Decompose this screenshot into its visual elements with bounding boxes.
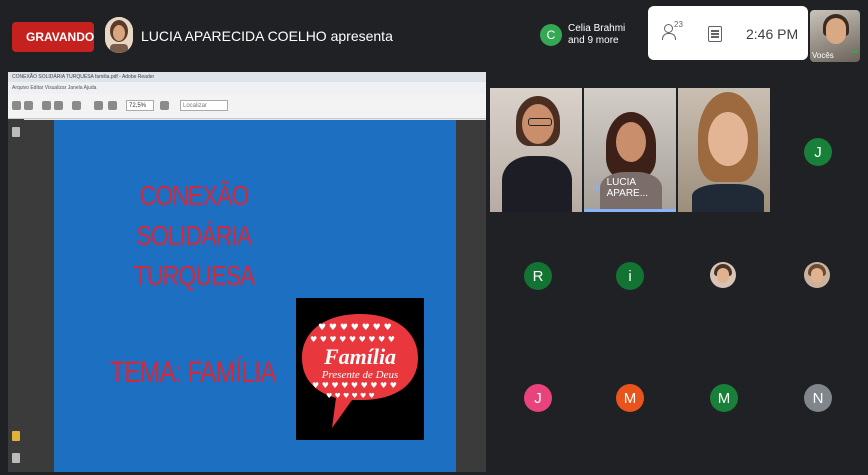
self-video-face: [826, 18, 846, 44]
slide-title-line1: CONEXÃO SOLIDÁRIA: [136, 180, 252, 251]
presenter-avatar: [105, 17, 133, 53]
pdf-window-title: CONEXÃO SOLIDÁRIA TURQUESA familia.pdf -…: [8, 72, 486, 82]
participant-photo-avatar[interactable]: [710, 262, 736, 288]
zoom-out-icon: [94, 101, 103, 110]
participant-face: [708, 112, 748, 166]
chat-chip-line1: Celia Brahmi: [568, 23, 626, 34]
participant-video-tile[interactable]: [490, 88, 582, 212]
slide-title-line2: TURQUESA: [133, 260, 255, 291]
presenter-name-tag: ıļı LUCIA APARE...: [592, 177, 676, 199]
people-count: 23: [674, 20, 683, 29]
participant-avatar[interactable]: i: [616, 262, 644, 290]
chat-notification-chip[interactable]: C Celia Brahmi and 9 more: [540, 12, 636, 58]
print-icon: [12, 101, 21, 110]
next-page-icon: [54, 101, 63, 110]
chat-chip-text: Celia Brahmi and 9 more: [568, 23, 625, 47]
prev-page-icon: [42, 101, 51, 110]
presenter-label: LUCIA APARECIDA COELHO apresenta: [141, 28, 393, 44]
pen-icon: [12, 453, 20, 463]
svg-text:♥ ♥ ♥ ♥ ♥ ♥: ♥ ♥ ♥ ♥ ♥ ♥: [326, 392, 375, 400]
meeting-time: 2:46 PM: [746, 26, 799, 42]
svg-text:♥ ♥ ♥ ♥ ♥ ♥ ♥ ♥ ♥: ♥ ♥ ♥ ♥ ♥ ♥ ♥ ♥ ♥: [312, 381, 397, 390]
self-view-tile[interactable]: Vocês •••: [810, 10, 860, 62]
logo-text-line2: Presente de Deus: [321, 369, 399, 381]
slide-theme: TEMA: FAMÍLIA: [110, 356, 276, 389]
familia-logo: ♥ ♥ ♥ ♥ ♥ ♥ ♥ ♥ ♥ ♥ ♥ ♥ ♥ ♥ ♥ ♥ ♥ ♥ ♥ ♥ …: [296, 298, 424, 440]
attachment-icon: [12, 127, 20, 137]
participant-avatar[interactable]: M: [616, 384, 644, 412]
recording-badge[interactable]: GRAVANDO: [12, 22, 94, 52]
more-options-icon[interactable]: •••: [851, 47, 859, 57]
zoom-level-field: 72,5%: [126, 100, 154, 111]
presenter-tile-name: LUCIA APARE...: [606, 177, 649, 199]
email-icon: [24, 101, 33, 110]
self-label: Vocês: [812, 51, 834, 60]
slide-title: CONEXÃO SOLIDÁRIA TURQUESA: [87, 176, 300, 296]
participant-avatar[interactable]: N: [804, 384, 832, 412]
pdf-sidebar: [8, 119, 24, 472]
comment-icon: [12, 431, 20, 441]
chat-icon[interactable]: [708, 26, 722, 42]
participant-face: [616, 122, 646, 162]
recording-label: GRAVANDO: [26, 30, 95, 44]
participant-avatar[interactable]: M: [710, 384, 738, 412]
logo-text-line1: Família: [323, 344, 396, 369]
svg-text:♥ ♥ ♥ ♥ ♥ ♥ ♥ ♥ ♥: ♥ ♥ ♥ ♥ ♥ ♥ ♥ ♥ ♥: [310, 335, 395, 344]
participant-avatar[interactable]: J: [524, 384, 552, 412]
svg-text:♥ ♥ ♥ ♥ ♥ ♥ ♥: ♥ ♥ ♥ ♥ ♥ ♥ ♥: [318, 323, 392, 333]
participant-avatar[interactable]: R: [524, 262, 552, 290]
presenter-video-tile[interactable]: ıļı LUCIA APARE...: [584, 88, 676, 212]
page-number-icon: [72, 101, 81, 110]
presentation-slide: CONEXÃO SOLIDÁRIA TURQUESA TEMA: FAMÍLIA…: [54, 120, 456, 472]
find-field: Localizar: [180, 100, 228, 111]
chat-sender-avatar: C: [540, 24, 562, 46]
chat-chip-line2: and 9 more: [568, 35, 619, 46]
pdf-toolbar: 72,5% Localizar: [8, 94, 486, 119]
participant-avatar[interactable]: J: [804, 138, 832, 166]
participant-photo-avatar[interactable]: [804, 262, 830, 288]
shared-screen: CONEXÃO SOLIDÁRIA TURQUESA familia.pdf -…: [8, 72, 486, 472]
meeting-controls-panel: 23 2:46 PM: [648, 6, 808, 60]
zoom-in-icon: [108, 101, 117, 110]
participant-grid: ıļı LUCIA APARE... J R i J M M N: [488, 88, 868, 475]
pdf-menu-bar: Arquivo Editar Visualizar Janela Ajuda: [8, 82, 486, 94]
speaking-icon: ıļı: [592, 182, 601, 194]
fit-page-icon: [160, 101, 169, 110]
top-bar: GRAVANDO LUCIA APARECIDA COELHO apresent…: [0, 0, 868, 68]
participant-video-tile[interactable]: [678, 88, 770, 212]
